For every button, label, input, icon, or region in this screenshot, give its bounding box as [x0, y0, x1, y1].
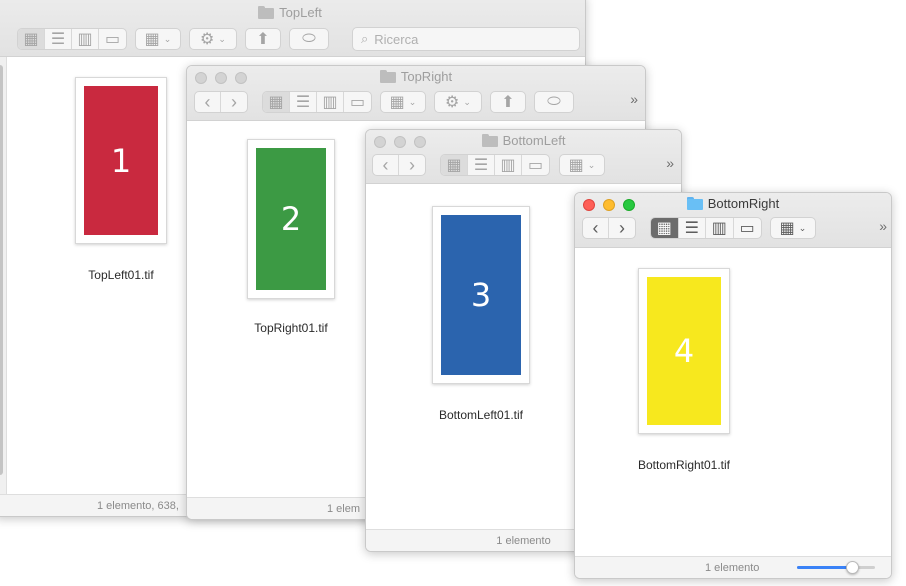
window-title: BottomLeft — [366, 133, 681, 148]
column-view-button[interactable]: ▥ — [495, 155, 522, 175]
toolbar-overflow-button[interactable]: » — [879, 218, 887, 234]
window-title: TopLeft — [0, 5, 585, 20]
title-text: BottomLeft — [502, 133, 566, 148]
search-placeholder: Ricerca — [374, 31, 419, 47]
thumbnail-number: 1 — [110, 141, 132, 180]
gallery-view-button[interactable]: ▭ — [344, 92, 371, 112]
icon-view-button[interactable]: ▦ — [651, 218, 679, 238]
status-text: 1 elem — [327, 502, 361, 515]
back-button[interactable]: ‹ — [373, 155, 399, 175]
folder-icon — [686, 197, 703, 210]
title-text: TopLeft — [279, 5, 322, 20]
file-name[interactable]: TopLeft01.tif — [71, 268, 171, 282]
icon-view-button[interactable]: ▦ — [18, 29, 45, 49]
group-button[interactable]: ▦ ⌄ — [770, 217, 816, 239]
icon-view-button[interactable]: ▦ — [263, 92, 290, 112]
tag-icon: ⬭ — [547, 93, 561, 110]
share-icon: ⬆ — [501, 94, 515, 111]
action-button[interactable]: ⚙ ⌄ — [434, 91, 482, 113]
titlebar[interactable]: TopRight ‹ › ▦ ☰ ▥ ▭ ▦ ⌄ ⚙ ⌄ ⬆ ⬭ » — [187, 66, 645, 121]
share-button[interactable]: ⬆ — [490, 91, 526, 113]
gallery-view-button[interactable]: ▭ — [99, 29, 126, 49]
toolbar-overflow-button[interactable]: » — [666, 155, 674, 171]
group-icon: ▦ ⌄ — [568, 157, 596, 174]
slider-fill — [797, 566, 852, 569]
list-view-button[interactable]: ☰ — [468, 155, 495, 175]
nav-buttons[interactable]: ‹ › — [372, 154, 426, 176]
title-text: BottomRight — [707, 196, 780, 211]
icon-size-slider[interactable] — [797, 561, 875, 574]
thumbnail-image: 4 — [647, 277, 721, 425]
view-mode-control[interactable]: ▦ ☰ ▥ ▭ — [262, 91, 372, 113]
view-mode-control[interactable]: ▦ ☰ ▥ ▭ — [440, 154, 550, 176]
list-view-button[interactable]: ☰ — [290, 92, 317, 112]
status-text: 1 elemento — [705, 561, 760, 574]
thumbnail-image: 2 — [256, 148, 326, 290]
gallery-view-button[interactable]: ▭ — [522, 155, 549, 175]
column-view-button[interactable]: ▥ — [72, 29, 99, 49]
icon-view-button[interactable]: ▦ — [441, 155, 468, 175]
back-button[interactable]: ‹ — [195, 92, 221, 112]
thumbnail-image: 3 — [441, 215, 521, 375]
window-title: BottomRight — [575, 196, 891, 211]
folder-icon — [481, 134, 498, 147]
folder-icon — [258, 6, 275, 19]
thumbnail-number: 2 — [280, 200, 302, 238]
toolbar-overflow-button[interactable]: » — [630, 91, 638, 107]
back-button[interactable]: ‹ — [583, 218, 609, 238]
titlebar[interactable]: BottomLeft ‹ › ▦ ☰ ▥ ▭ ▦ ⌄ » — [366, 130, 681, 184]
search-field[interactable]: ⌕ Ricerca — [352, 27, 580, 51]
titlebar[interactable]: TopLeft ▦ ☰ ▥ ▭ ▦ ⌄ ⚙ ⌄ ⬆ ⬭ ⌕ Ricerca — [0, 0, 585, 57]
share-icon: ⬆ — [256, 31, 270, 48]
tag-button[interactable]: ⬭ — [534, 91, 574, 113]
search-icon: ⌕ — [361, 31, 369, 46]
view-mode-control[interactable]: ▦ ☰ ▥ ▭ — [650, 217, 762, 239]
view-mode-control[interactable]: ▦ ☰ ▥ ▭ — [17, 28, 127, 50]
gear-icon: ⚙ ⌄ — [445, 94, 471, 111]
forward-button[interactable]: › — [609, 218, 635, 238]
file-name[interactable]: BottomRight01.tif — [631, 458, 737, 472]
file-thumbnail[interactable]: 1 — [75, 77, 167, 244]
group-button[interactable]: ▦ ⌄ — [135, 28, 181, 50]
file-area[interactable]: 4 BottomRight01.tif — [575, 248, 891, 556]
window-bottomright[interactable]: BottomRight ‹ › ▦ ☰ ▥ ▭ ▦ ⌄ » 4 BottomRig… — [574, 192, 892, 579]
list-view-button[interactable]: ☰ — [45, 29, 72, 49]
status-text: 1 elemento, 638, — [97, 499, 179, 512]
gallery-view-button[interactable]: ▭ — [734, 218, 761, 238]
tag-button[interactable]: ⬭ — [289, 28, 329, 50]
window-title: TopRight — [187, 69, 645, 84]
sidebar-edge — [0, 57, 7, 494]
forward-button[interactable]: › — [399, 155, 425, 175]
column-view-button[interactable]: ▥ — [317, 92, 344, 112]
file-thumbnail[interactable]: 4 — [638, 268, 730, 434]
action-button[interactable]: ⚙ ⌄ — [189, 28, 237, 50]
tag-icon: ⬭ — [302, 30, 316, 47]
file-name[interactable]: BottomLeft01.tif — [428, 408, 534, 422]
group-icon: ▦ ⌄ — [144, 31, 172, 48]
file-name[interactable]: TopRight01.tif — [241, 321, 341, 335]
gear-icon: ⚙ ⌄ — [200, 31, 226, 48]
group-button[interactable]: ▦ ⌄ — [559, 154, 605, 176]
file-thumbnail[interactable]: 2 — [247, 139, 335, 299]
thumbnail-image: 1 — [84, 86, 158, 235]
share-button[interactable]: ⬆ — [245, 28, 281, 50]
file-thumbnail[interactable]: 3 — [432, 206, 530, 384]
folder-icon — [379, 70, 396, 83]
titlebar[interactable]: BottomRight ‹ › ▦ ☰ ▥ ▭ ▦ ⌄ » — [575, 193, 891, 248]
scrollbar[interactable] — [0, 65, 3, 475]
nav-buttons[interactable]: ‹ › — [582, 217, 636, 239]
status-text: 1 elemento — [496, 534, 551, 547]
title-text: TopRight — [400, 69, 453, 84]
group-icon: ▦ ⌄ — [779, 220, 807, 237]
group-button[interactable]: ▦ ⌄ — [380, 91, 426, 113]
thumbnail-number: 4 — [673, 332, 695, 370]
nav-buttons[interactable]: ‹ › — [194, 91, 248, 113]
column-view-button[interactable]: ▥ — [706, 218, 734, 238]
thumbnail-number: 3 — [470, 276, 492, 314]
group-icon: ▦ ⌄ — [389, 94, 417, 111]
list-view-button[interactable]: ☰ — [679, 218, 706, 238]
slider-knob[interactable] — [845, 561, 859, 574]
status-bar: 1 elemento — [575, 556, 891, 578]
forward-button[interactable]: › — [221, 92, 247, 112]
